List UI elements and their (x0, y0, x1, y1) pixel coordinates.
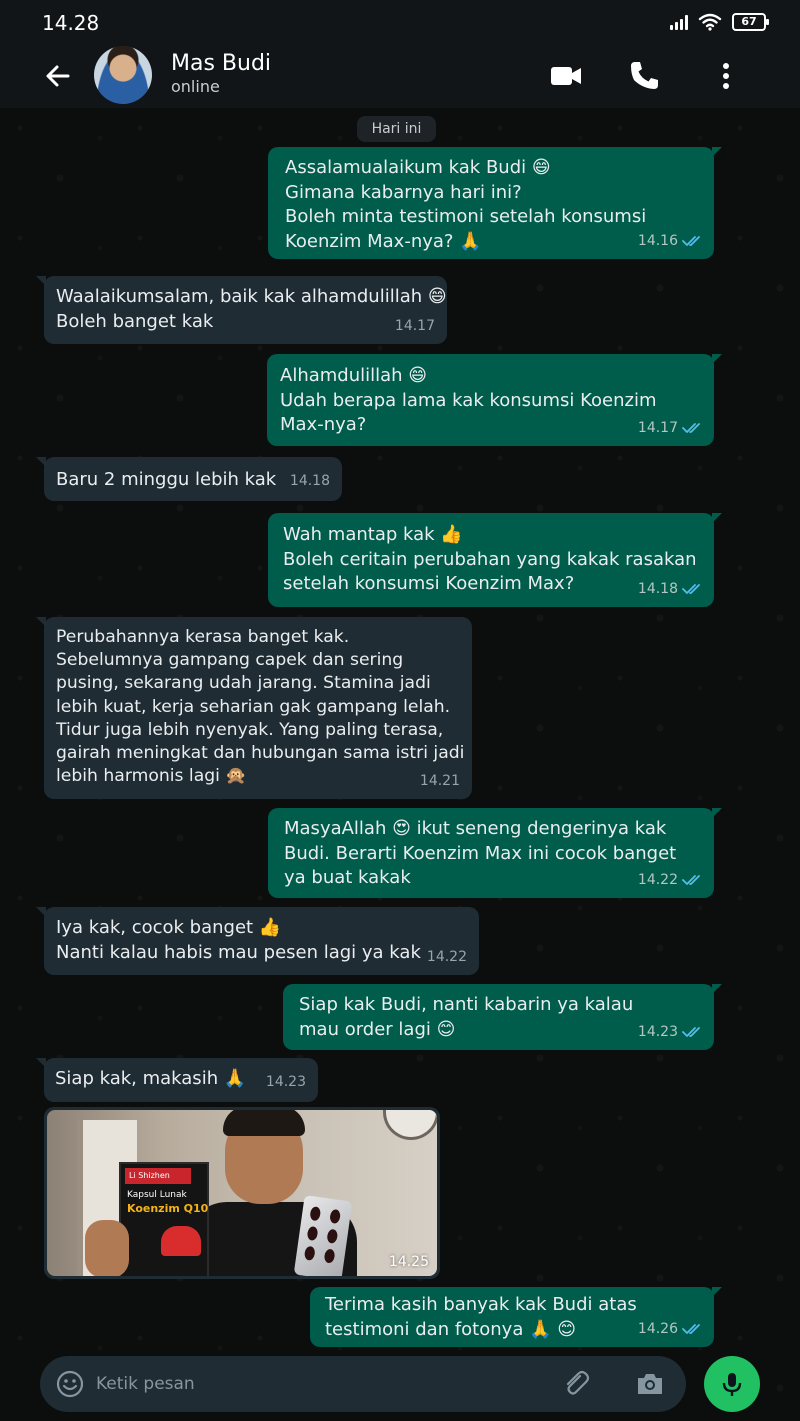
message-meta: 14.21 (420, 769, 460, 794)
message-time: 14.26 (637, 1320, 678, 1337)
contact-name[interactable]: Mas Budi (171, 51, 271, 76)
status-icons: 67 (670, 13, 769, 31)
message-bubble-incoming[interactable]: Baru 2 minggu lebih kak 14.18 (36, 457, 342, 501)
message-bubble-outgoing[interactable]: Assalamualaikum kak Budi 😄 Gimana kabarn… (268, 147, 722, 259)
wifi-icon (698, 13, 722, 31)
message-bubble-incoming[interactable]: Siap kak, makasih 🙏 14.23 (36, 1058, 318, 1102)
message-meta: 14.18 (638, 577, 702, 602)
message-input[interactable] (96, 1366, 536, 1402)
photo-hand-thumbs-up (85, 1220, 129, 1276)
battery-icon: 67 (732, 13, 769, 31)
message-text: Siap kak, makasih 🙏 (55, 1068, 247, 1089)
message-bubble-incoming[interactable]: Iya kak, cocok banget 👍 Nanti kalau habi… (36, 907, 479, 975)
capsule-blister-pack (293, 1195, 353, 1276)
message-text: Assalamualaikum kak Budi 😄 Gimana kabarn… (285, 157, 647, 252)
message-text: Wah mantap kak 👍 Boleh ceritain perubaha… (283, 524, 697, 594)
message-meta: 14.17 (395, 314, 435, 339)
message-bubble-incoming[interactable]: Perubahannya kerasa banget kak. Sebelumn… (36, 617, 472, 799)
heart-icon (161, 1226, 201, 1256)
back-arrow-icon[interactable] (40, 58, 76, 94)
product-box: Li Shizhen Kapsul Lunak Koenzim Q10 (119, 1162, 209, 1276)
message-text: Terima kasih banyak kak Budi atas testim… (325, 1294, 637, 1340)
message-bubble-outgoing[interactable]: Terima kasih banyak kak Budi atas testim… (310, 1287, 722, 1347)
message-time: 14.23 (265, 1073, 306, 1090)
message-text: MasyaAllah 😍 ikut seneng dengerinya kak … (284, 818, 677, 888)
avatar[interactable] (94, 46, 152, 104)
message-time: 14.18 (637, 580, 678, 597)
product-name-line2: Koenzim Q10 (127, 1202, 209, 1215)
message-meta: 14.17 (638, 416, 702, 441)
message-meta: 14.26 (638, 1317, 702, 1342)
date-chip: Hari ini (357, 116, 436, 142)
message-bubble-outgoing[interactable]: Alhamdulillah 😄 Udah berapa lama kak kon… (267, 354, 722, 446)
double-check-icon (682, 583, 700, 594)
message-time: 14.22 (426, 948, 467, 965)
message-text: Alhamdulillah 😄 Udah berapa lama kak kon… (280, 365, 657, 435)
microphone-button[interactable] (704, 1356, 760, 1412)
double-check-icon (682, 422, 700, 433)
message-time: 14.21 (419, 772, 460, 789)
signal-icon (670, 14, 688, 30)
double-check-icon (682, 235, 700, 246)
message-text: Baru 2 minggu lebih kak (56, 469, 277, 490)
message-meta: 14.18 (290, 469, 330, 494)
message-meta: 14.22 (427, 945, 467, 970)
video-call-icon[interactable] (548, 58, 584, 94)
phone-call-icon[interactable] (626, 58, 662, 94)
message-time: 14.18 (289, 472, 330, 489)
double-check-icon (682, 874, 700, 885)
microphone-icon (722, 1373, 742, 1396)
testimonial-photo[interactable]: Li Shizhen Kapsul Lunak Koenzim Q10 14.2… (47, 1110, 437, 1276)
message-bubble-outgoing[interactable]: MasyaAllah 😍 ikut seneng dengerinya kak … (268, 808, 722, 898)
paperclip-icon[interactable] (560, 1368, 592, 1400)
message-time: 14.17 (637, 419, 678, 436)
double-check-icon (682, 1323, 700, 1334)
message-meta: 14.22 (638, 868, 702, 893)
product-name-line1: Kapsul Lunak (127, 1190, 187, 1200)
double-check-icon (682, 1026, 700, 1037)
message-text: Iya kak, cocok banget 👍 Nanti kalau habi… (56, 917, 421, 963)
status-bar: 14.28 67 (0, 0, 800, 44)
emoji-icon[interactable] (56, 1370, 84, 1398)
status-time: 14.28 (42, 11, 100, 35)
camera-icon[interactable] (634, 1368, 666, 1400)
message-time: 14.16 (637, 232, 678, 249)
message-meta: 14.23 (266, 1070, 306, 1095)
photo-message[interactable]: Li Shizhen Kapsul Lunak Koenzim Q10 14.2… (44, 1107, 440, 1279)
chat-header: Mas Budi online (0, 44, 800, 108)
message-bubble-outgoing[interactable]: Wah mantap kak 👍 Boleh ceritain perubaha… (268, 513, 722, 607)
message-bubble-incoming[interactable]: Waalaikumsalam, baik kak alhamdulillah 😄… (36, 276, 447, 344)
message-bubble-outgoing[interactable]: Siap kak Budi, nanti kabarin ya kalau ma… (283, 984, 722, 1050)
message-composer (40, 1356, 686, 1412)
contact-status: online (171, 77, 220, 96)
message-text: Waalaikumsalam, baik kak alhamdulillah 😄… (56, 286, 447, 332)
message-meta: 14.16 (638, 229, 702, 254)
photo-person-hair (223, 1110, 305, 1136)
message-meta: 14.23 (638, 1020, 702, 1045)
message-time: 14.23 (637, 1023, 678, 1040)
message-time: 14.17 (394, 317, 435, 334)
message-text: Siap kak Budi, nanti kabarin ya kalau ma… (299, 994, 634, 1040)
photo-wall-clock (383, 1110, 437, 1140)
message-time: 14.25 (388, 1254, 429, 1270)
product-brand: Li Shizhen (125, 1168, 191, 1184)
more-options-icon[interactable] (708, 58, 744, 94)
message-time: 14.22 (637, 871, 678, 888)
message-text: Perubahannya kerasa banget kak. Sebelumn… (56, 627, 465, 787)
